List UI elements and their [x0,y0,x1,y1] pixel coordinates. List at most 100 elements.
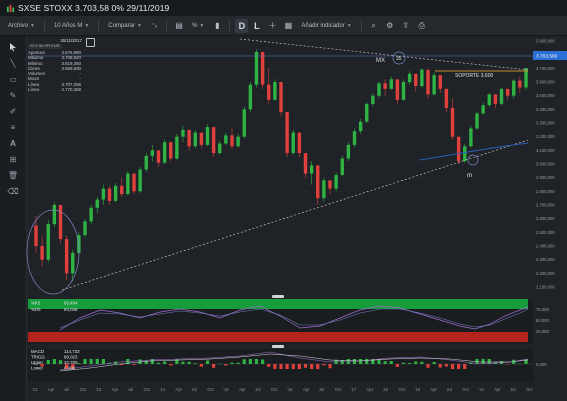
snapshot-icon[interactable] [86,38,95,47]
macd-bar [261,359,265,364]
macd-bar [365,359,369,364]
candle-body [132,173,136,192]
chart-canvas[interactable]: 3.900,0003.800,0003.700,0003.600,0003.50… [0,0,567,401]
candle-body [512,80,516,96]
candle-body [426,69,430,95]
macd-bar [463,364,467,369]
time-tick-label: Oct [462,387,469,392]
time-tick-label: Apr [48,387,55,392]
ohlc-value: 3.569,930 [61,65,81,71]
ohlc-key: Línea [28,87,39,93]
candle-body [211,127,216,154]
price-tick-label: 2.200,000 [536,271,555,276]
macd-bar [236,362,240,364]
macd-bar [316,364,320,369]
macd-bar [426,364,430,368]
time-tick-label: Oct [526,387,533,392]
time-tick-label: Jul [446,387,451,392]
price-tick-label: 3.100,000 [536,148,555,153]
macd-legend-value: 34,700 [64,360,78,365]
macd-bar [156,362,161,364]
macd-bar [95,359,99,364]
macd-bar [395,364,399,367]
macd-bar [297,364,301,369]
macd-bar [89,359,93,364]
macd-legend-value: 114,733 [64,349,80,354]
candle-body [420,69,424,87]
stoch-k-label: %K5 [31,301,41,306]
macd-bar [199,364,203,367]
candle-body [260,51,265,85]
macd-bar [328,364,332,369]
time-tick-label: '18 [414,387,420,392]
time-tick-label: Apr [494,387,501,392]
candle-body [107,188,112,201]
candle-body [481,105,485,114]
macd-bar [481,359,485,364]
macd-bar [389,361,393,364]
candle-body [377,83,381,96]
macd-bar [181,361,185,364]
stoch-axis-label: 50,000 [536,318,549,323]
macd-bar [248,359,252,364]
candle-body [162,142,167,163]
stoch-k-value: 83,494 [64,301,78,306]
candle-body [334,174,338,189]
candle-body [52,205,57,225]
candle-body [193,132,197,147]
candle-body [113,185,118,201]
ohlc-info-panel: 30/11/2017 STX 50 PR EUR Apertura 3.676,9… [28,38,82,112]
candle-body [346,144,351,159]
candle-body [34,225,38,246]
macd-bar [438,364,442,368]
candle-body [456,136,461,162]
stoch-axis-label: 75,000 [536,307,549,312]
time-tick-label: Oct [207,387,214,392]
macd-bar [291,364,295,369]
candle-body [150,150,155,156]
macd-bar [77,363,81,364]
macd-bar [169,364,173,366]
time-tick-label: '17 [351,387,357,392]
macd-bar [242,359,246,364]
macd-bar [101,359,105,364]
macd-bar [457,364,461,369]
candle-body [371,95,375,104]
panel-resize-handle[interactable] [272,295,284,298]
panel-resize-handle[interactable] [272,345,284,348]
price-tick-label: 2.500,000 [536,230,555,235]
time-tick-label: Jul [319,387,324,392]
chart-app: SXSE STOXX 3.703,58 0% 29/11/2019 Archiv… [0,0,567,401]
candle-body [267,84,271,100]
candle-body [475,113,479,129]
stoch-axis-label: 25,000 [536,329,549,334]
time-tick-label: Jul [191,387,196,392]
stoch-d-label: %D5 [31,307,41,312]
candle-body [205,127,210,145]
price-tick-label: 3.500,000 [536,93,555,98]
price-tick-label: 3.000,000 [536,162,555,167]
time-tick-label: Oct [144,387,151,392]
macd-bar [267,364,271,367]
candle-body [156,150,161,163]
candle-body [58,205,63,240]
price-tick-label: 3.900,000 [536,39,555,44]
macd-bar [132,364,136,365]
candle-body [450,107,455,137]
macd-bar [58,360,63,364]
candle-body [175,136,179,159]
macd-legend-key: MACD [31,349,44,354]
time-tick-label: Oct [80,387,87,392]
candle-body [230,135,234,147]
price-tick-label: 3.400,000 [536,107,555,112]
price-tick-label: 2.700,000 [536,203,555,208]
macd-bar [205,360,210,364]
candle-body [285,112,289,154]
macd-bar [444,364,448,367]
candle-body [236,136,240,147]
candle-body [273,82,277,100]
candle-body [414,73,418,87]
candle-body [254,51,259,85]
price-tick-label: 3.200,000 [536,134,555,139]
macd-axis-label: 0,000 [536,362,547,367]
